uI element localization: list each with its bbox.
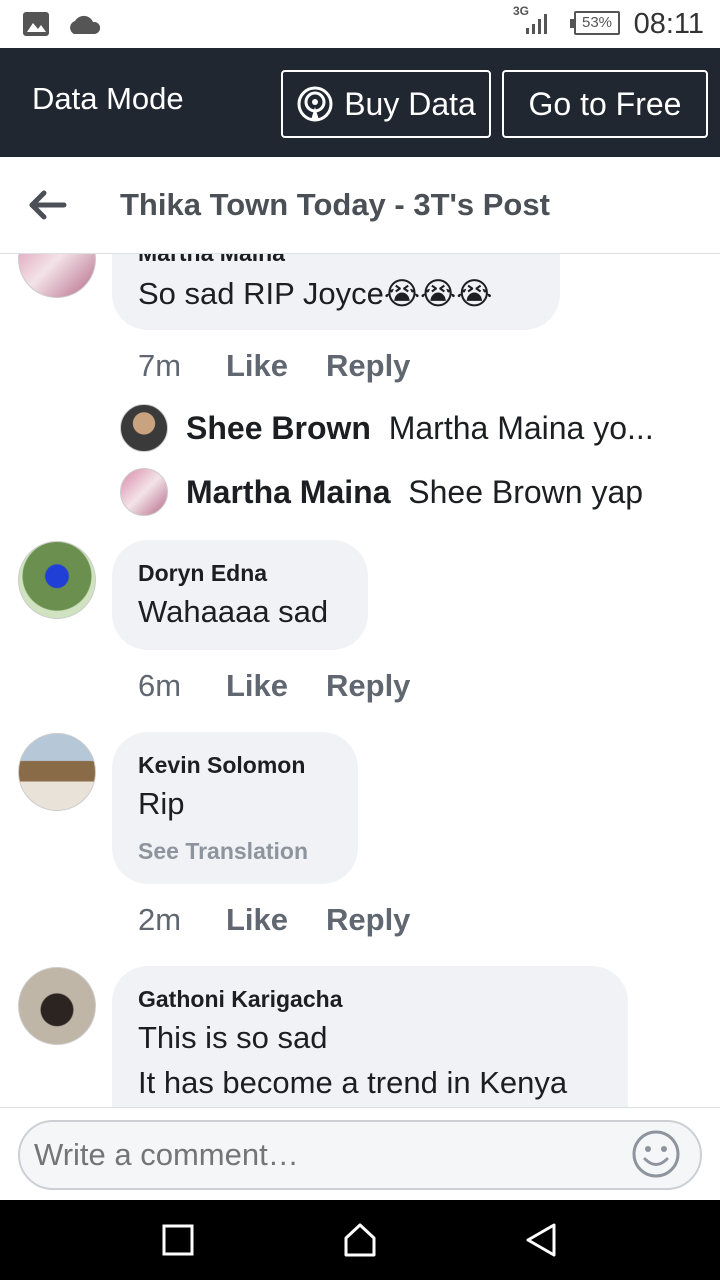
comment-composer (0, 1107, 720, 1200)
status-bar: 3G 53% 08:11 (0, 0, 720, 48)
system-nav-bar (0, 1200, 720, 1280)
reply-avatar[interactable] (120, 404, 168, 452)
comment-text: So sad RIP Joyce😭😭😭 (138, 276, 493, 311)
comment-bubble: Martha Maina So sad RIP Joyce😭😭😭 (112, 254, 560, 330)
recents-square-icon[interactable] (162, 1224, 194, 1256)
reply-button[interactable]: Reply (326, 348, 410, 384)
reply-author: Martha Maina (186, 474, 391, 510)
buy-data-button[interactable]: Buy Data (281, 70, 491, 138)
comment-text-line: It has become a trend in Kenya (138, 1065, 568, 1100)
comment-text: Wahaaaa sad (138, 594, 329, 629)
buy-data-label: Buy Data (344, 85, 476, 122)
avatar[interactable] (18, 733, 96, 811)
like-button[interactable]: Like (226, 668, 288, 704)
reply-button[interactable]: Reply (326, 668, 410, 704)
signal-icon (526, 14, 547, 34)
clock: 08:11 (633, 8, 704, 40)
like-button[interactable]: Like (226, 348, 288, 384)
reply-item[interactable]: Martha Maina Shee Brown yap (186, 474, 643, 511)
reply-avatar[interactable] (120, 468, 168, 516)
reply-text: Martha Maina yo... (388, 410, 654, 446)
comment-list[interactable]: Martha Maina So sad RIP Joyce😭😭😭 7m Like… (0, 254, 720, 1107)
data-mode-title: Data Mode (32, 81, 184, 116)
go-to-free-label: Go to Free (528, 85, 682, 122)
comment-author[interactable]: Kevin Solomon (138, 752, 305, 779)
reply-button[interactable]: Reply (326, 902, 410, 938)
reply-item[interactable]: Shee Brown Martha Maina yo... (186, 410, 654, 447)
gallery-notification-icon (23, 12, 49, 36)
avatar[interactable] (18, 254, 96, 298)
comment-bubble: Doryn Edna Wahaaaa sad (112, 540, 368, 650)
broadcast-icon (297, 86, 333, 122)
home-icon[interactable] (342, 1222, 378, 1258)
like-button[interactable]: Like (226, 902, 288, 938)
emoji-smile-icon[interactable] (630, 1128, 682, 1180)
data-mode-bar: Data Mode Buy Data Go to Free (0, 48, 720, 157)
comment-time: 2m (138, 902, 182, 937)
comment-author[interactable]: Gathoni Karigacha (138, 986, 342, 1013)
go-to-free-button[interactable]: Go to Free (502, 70, 708, 138)
comment-author[interactable]: Doryn Edna (138, 560, 267, 587)
comment-time: 7m (138, 348, 182, 383)
comment-input[interactable] (18, 1120, 702, 1190)
see-translation-link[interactable]: See Translation (138, 838, 308, 865)
comment-bubble: Gathoni Karigacha This is so sad It has … (112, 966, 628, 1107)
reply-text: Shee Brown yap (408, 474, 644, 510)
reply-author: Shee Brown (186, 410, 371, 446)
back-triangle-icon[interactable] (524, 1222, 558, 1258)
comment-author[interactable]: Martha Maina (138, 254, 285, 267)
page-header: Thika Town Today - 3T's Post (0, 157, 720, 254)
avatar[interactable] (18, 967, 96, 1045)
comment-time: 6m (138, 668, 182, 703)
comment-text: Rip (138, 786, 185, 821)
battery-indicator: 53% (570, 11, 620, 35)
avatar[interactable] (18, 541, 96, 619)
comment-bubble: Kevin Solomon Rip See Translation (112, 732, 358, 884)
cloud-notification-icon (70, 15, 101, 34)
page-title: Thika Town Today - 3T's Post (120, 187, 550, 222)
comment-text-line: This is so sad (138, 1020, 328, 1055)
back-arrow-icon[interactable] (28, 185, 68, 225)
